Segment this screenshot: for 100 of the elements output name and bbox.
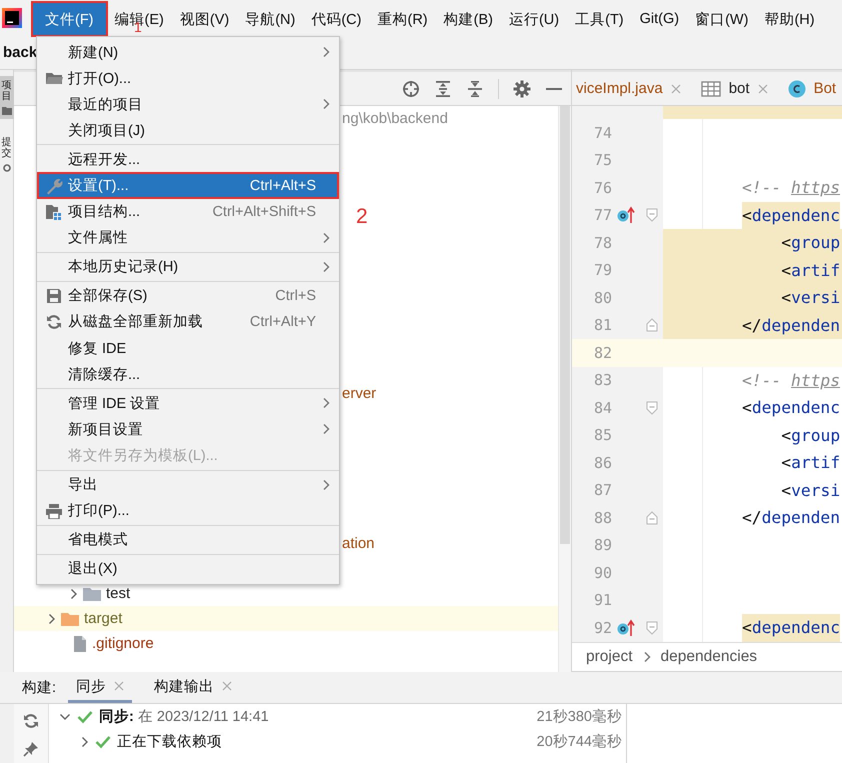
menu-item[interactable]: 视图(V) — [172, 2, 238, 36]
line-number: 91 — [592, 591, 612, 610]
editor-tab[interactable]: bot — [728, 80, 750, 97]
line-number: 87 — [592, 481, 612, 500]
code-line: <artif — [781, 260, 840, 280]
line-number: 88 — [592, 508, 612, 527]
duration-label: 20秒744毫秒 — [536, 732, 622, 751]
implementation-marker-icon[interactable] — [617, 618, 635, 637]
code-line: </dependen — [742, 316, 840, 335]
class-icon — [788, 80, 806, 98]
menu-item[interactable]: 窗口(W) — [687, 2, 756, 36]
shortcut-label: Ctrl+Alt+Y — [250, 314, 316, 330]
folder-icon — [2, 106, 12, 115]
code-line: <versi — [781, 288, 840, 308]
expand-all-icon[interactable] — [434, 80, 452, 98]
code-comment: <!-- https — [742, 370, 840, 390]
menu-item[interactable]: 关闭项目(J) — [37, 117, 339, 144]
folder-icon — [45, 71, 63, 86]
printer-icon — [45, 502, 63, 519]
locate-icon[interactable] — [402, 80, 420, 98]
tree-item[interactable]: erver — [342, 385, 376, 402]
editor-tab[interactable]: Bot — [814, 80, 836, 97]
line-number: 78 — [592, 234, 612, 252]
line-number: 74 — [592, 124, 612, 142]
code-comment: <!-- https — [742, 178, 840, 198]
menu-item[interactable]: 重构(R) — [369, 2, 436, 36]
line-number: 92 — [592, 618, 612, 637]
menu-item[interactable]: 退出(X) — [37, 556, 339, 582]
menu-item[interactable]: 打开(O)... — [37, 65, 339, 92]
menu-item[interactable]: 从磁盘全部重新加载 Ctrl+Alt+Y — [37, 308, 339, 336]
line-number: 75 — [592, 151, 612, 170]
breadcrumb-item[interactable]: project — [586, 648, 633, 666]
build-step[interactable]: 同步: 在 2023/12/11 14:41 — [99, 707, 531, 726]
line-number: 85 — [592, 426, 612, 444]
menu-item[interactable]: 新建(N) — [37, 39, 339, 66]
menu-item[interactable]: 省电模式 — [37, 526, 339, 553]
menu-item[interactable]: 最近的项目 — [37, 91, 339, 118]
menu-item[interactable]: 打印(P)... — [37, 498, 339, 524]
menu-item[interactable]: 工具(T) — [567, 2, 632, 36]
line-number: 86 — [592, 454, 612, 472]
panel-label: 构建: — [22, 679, 56, 698]
duration-label: 21秒380毫秒 — [536, 708, 622, 726]
folder-item[interactable]: test — [106, 585, 130, 602]
build-step[interactable]: 正在下载依赖项 — [117, 732, 531, 751]
shortcut-label: Ctrl+Alt+Shift+S — [212, 204, 316, 220]
line-number: 77 — [592, 206, 612, 224]
menu-item[interactable]: 帮助(H) — [756, 2, 823, 36]
project-title: back — [3, 44, 38, 61]
menu-item[interactable]: Git(G) — [632, 2, 688, 36]
code-line: <group — [781, 233, 840, 252]
menu-item[interactable]: 导航(N) — [237, 2, 304, 36]
line-number: 76 — [592, 178, 612, 197]
menu-item[interactable]: 导出 — [37, 472, 339, 498]
menu-item[interactable]: 管理 IDE 设置 — [37, 390, 339, 416]
check-icon — [77, 710, 93, 724]
menu-item[interactable]: 文件(F) — [32, 2, 107, 36]
menu-item[interactable]: 文件属性 — [37, 224, 339, 251]
editor-tab[interactable]: viceImpl.java — [576, 80, 663, 97]
line-number: 80 — [592, 288, 612, 307]
breadcrumb-separator-icon — [642, 650, 651, 663]
menu-item[interactable]: 设置(T)... Ctrl+Alt+S — [37, 172, 339, 199]
collapse-all-icon[interactable] — [466, 80, 484, 98]
sync-icon[interactable] — [23, 713, 39, 729]
panel-tab[interactable]: 构建输出 — [146, 672, 240, 703]
menu-item[interactable]: 修复 IDE — [37, 335, 339, 362]
side-tab[interactable]: 项目 — [0, 76, 14, 119]
code-line: <group — [781, 426, 840, 445]
menu-item[interactable]: 远程开发... — [37, 146, 339, 172]
line-number: 83 — [592, 371, 612, 390]
app-logo-icon[interactable] — [2, 8, 22, 28]
breadcrumb-item[interactable]: dependencies — [660, 648, 758, 666]
code-line: <versi — [781, 480, 840, 500]
tree-item[interactable]: ation — [342, 535, 375, 552]
menu-item[interactable]: 项目结构... Ctrl+Alt+Shift+S — [37, 198, 339, 225]
line-number: 84 — [592, 398, 612, 417]
file-icon — [72, 634, 88, 652]
implementation-marker-icon[interactable] — [617, 206, 635, 224]
menu-item[interactable]: 清除缓存... — [37, 361, 339, 388]
menu-item[interactable]: 全部保存(S) Ctrl+S — [37, 282, 339, 309]
line-number: 79 — [592, 261, 612, 280]
menu-item[interactable]: 构建(B) — [436, 2, 501, 36]
shortcut-label: Ctrl+S — [275, 288, 316, 304]
pin-icon[interactable] — [23, 741, 39, 757]
panel-tab[interactable]: 同步 — [68, 672, 132, 703]
wrench-icon — [45, 176, 63, 195]
menu-item[interactable]: 代码(C) — [303, 2, 370, 36]
line-number: 81 — [592, 316, 612, 334]
menu-item[interactable]: 本地历史记录(H) — [37, 254, 339, 280]
save-icon — [46, 288, 62, 304]
shortcut-label: Ctrl+Alt+S — [250, 178, 316, 194]
reload-icon — [46, 314, 62, 330]
settings-icon[interactable] — [513, 80, 531, 98]
side-tab[interactable]: 提交 — [0, 133, 14, 177]
file-item[interactable]: .gitignore — [92, 635, 154, 652]
scrollbar[interactable] — [558, 106, 571, 672]
menu-item[interactable]: 运行(U) — [500, 2, 568, 36]
check-icon — [95, 734, 111, 748]
menu-item[interactable]: 新项目设置 — [37, 416, 339, 442]
table-icon — [700, 80, 721, 96]
folder-item[interactable]: target — [84, 610, 122, 627]
